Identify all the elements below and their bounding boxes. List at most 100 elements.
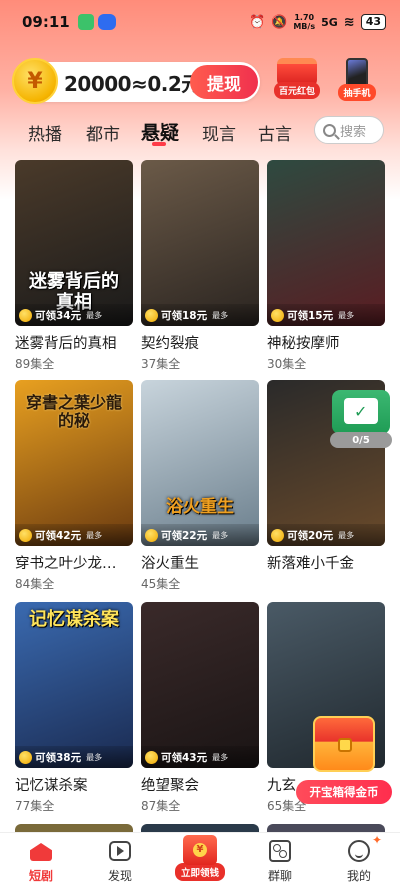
profile-icon: ✦	[346, 833, 382, 863]
poster-image	[267, 160, 385, 326]
coin-balance-text: 20000≈0.2元	[64, 71, 201, 96]
drama-title[interactable]: 迷雾背后的真相	[15, 332, 133, 353]
coin-icon	[19, 750, 32, 764]
nav-label: 短剧	[28, 869, 53, 883]
drama-title[interactable]: 浴火重生	[141, 552, 259, 573]
coin-icon	[19, 528, 32, 542]
drama-poster[interactable]: 可领15元 最多	[267, 160, 385, 326]
drama-poster[interactable]: 可领43元 最多	[141, 602, 259, 768]
app-notification-icon	[97, 14, 116, 30]
episode-count: 77集全	[15, 799, 55, 813]
reward-max-label: 最多	[212, 752, 229, 762]
poster-image	[141, 602, 259, 768]
reward-text: 可领15元	[287, 309, 334, 322]
red-envelope-icon	[183, 835, 217, 865]
net-speed: 1.70 MB/s	[293, 13, 316, 31]
reward-badge: 可领43元 最多	[141, 746, 259, 768]
episode-count: 45集全	[141, 577, 181, 591]
drama-poster[interactable]: 迷雾背后的真相 可领34元 最多	[15, 160, 133, 326]
reward-badge: 可领22元 最多	[141, 524, 259, 546]
nav-claim-money[interactable]: 立即领钱	[174, 835, 226, 885]
coin-icon	[145, 308, 158, 322]
nav-discover[interactable]: 发现	[85, 839, 155, 884]
search-input[interactable]: 搜索	[314, 116, 384, 144]
nav-label: 我的	[346, 869, 371, 883]
withdraw-button[interactable]: 提现	[190, 65, 258, 99]
drama-card[interactable]: 浴火重生 可领22元 最多浴火重生 45集全	[141, 380, 259, 592]
coin-icon	[145, 750, 158, 764]
nav-short-drama[interactable]: 短剧	[6, 839, 76, 884]
drama-title[interactable]: 穿书之叶少龙…	[15, 552, 133, 573]
drama-poster[interactable]: 穿書之葉少龍的秘 可领42元 最多	[15, 380, 133, 546]
phone-lottery-label: 抽手机	[338, 84, 376, 101]
tab-suspense[interactable]: 悬疑	[141, 118, 179, 145]
drama-title[interactable]: 新落难小千金	[267, 552, 385, 573]
tab-urban[interactable]: 都市	[86, 120, 120, 145]
episode-count: 30集全	[267, 357, 307, 371]
reward-text: 可领22元	[161, 529, 208, 542]
search-placeholder: 搜索	[340, 124, 367, 140]
tab-hot[interactable]: 热播	[28, 120, 62, 145]
nav-profile[interactable]: ✦ 我的	[324, 833, 394, 884]
drama-card[interactable]: 可领18元 最多 契约裂痕 37集全	[141, 160, 259, 372]
poster-image	[141, 160, 259, 326]
check-icon: ✓	[354, 402, 368, 421]
yuan-coin-icon: ¥	[12, 58, 58, 104]
app-notification-icon	[77, 14, 94, 30]
reward-text: 可领20元	[287, 529, 334, 542]
nav-group-chat[interactable]: 群聊	[245, 839, 315, 884]
play-icon	[107, 839, 133, 863]
chest-lock-icon	[338, 738, 352, 752]
reward-max-label: 最多	[338, 530, 355, 540]
drama-card[interactable]: 可领43元 最多 绝望聚会 87集全	[141, 602, 259, 814]
drama-title[interactable]: 绝望聚会	[141, 774, 259, 795]
reward-text: 可领34元	[35, 309, 82, 322]
network-type: 5G	[321, 15, 338, 29]
reward-badge: 可领20元 最多	[267, 524, 385, 546]
drama-poster[interactable]: 可领18元 最多	[141, 160, 259, 326]
reward-max-label: 最多	[338, 310, 355, 320]
reward-max-label: 最多	[86, 752, 103, 762]
drama-card[interactable]: 穿書之葉少龍的秘 可领42元 最多穿书之叶少龙… 84集全	[15, 380, 133, 592]
drama-title[interactable]: 记忆谋杀案	[15, 774, 133, 795]
badge-icon: ✦	[371, 833, 382, 847]
reward-badge: 可领15元 最多	[267, 304, 385, 326]
phone-lottery-promo[interactable]: 抽手机	[330, 58, 384, 102]
reward-text: 可领18元	[161, 309, 208, 322]
group-chat-icon	[267, 839, 293, 863]
mute-icon: 🔕	[271, 14, 288, 30]
red-packet-label: 百元红包	[273, 82, 320, 99]
coin-icon	[271, 528, 284, 542]
drama-poster[interactable]: 浴火重生 可领22元 最多	[141, 380, 259, 546]
drama-card[interactable]: 记忆谋杀案 可领38元 最多 记忆谋杀案 77集全	[15, 602, 133, 814]
drama-card[interactable]: 迷雾背后的真相 可领34元 最多 迷雾背后的真相 89集全	[15, 160, 133, 372]
drama-title[interactable]: 神秘按摩师	[267, 332, 385, 353]
search-icon	[323, 123, 336, 137]
nav-label: 发现	[107, 869, 132, 883]
alarm-icon: ⏰	[248, 14, 266, 30]
status-bar: 09:11 ⏰ 🔕 1.70 MB/s 5G ≋ 43	[0, 0, 400, 44]
red-packet-promo[interactable]: 百元红包	[270, 58, 324, 102]
home-icon	[28, 839, 54, 863]
active-tab-indicator	[152, 142, 166, 146]
reward-max-label: 最多	[212, 530, 229, 540]
reward-badge: 可领38元 最多	[15, 746, 133, 768]
treasure-chest-icon[interactable]	[313, 716, 375, 772]
coin-balance-banner[interactable]: ¥ 20000≈0.2元 提现	[12, 58, 260, 104]
reward-max-label: 最多	[86, 310, 103, 320]
open-chest-button[interactable]: 开宝箱得金币	[296, 780, 392, 804]
reward-text: 可领43元	[161, 751, 208, 764]
poster-title-art: 记忆谋杀案	[29, 609, 119, 630]
task-progress-widget[interactable]: ✓ 0/5	[330, 390, 392, 450]
drama-title[interactable]: 契约裂痕	[141, 332, 259, 353]
coin-icon	[145, 528, 158, 542]
drama-card[interactable]: 可领15元 最多 神秘按摩师 30集全	[267, 160, 385, 372]
wifi-icon: ≋	[343, 14, 355, 30]
reward-badge: 可领34元 最多	[15, 304, 133, 326]
drama-poster[interactable]: 记忆谋杀案可领38元 最多	[15, 602, 133, 768]
episode-count: 84集全	[15, 577, 55, 591]
tab-modern-romance[interactable]: 现言	[202, 120, 236, 145]
checkin-card-icon: ✓	[332, 390, 390, 434]
poster-image	[141, 380, 259, 546]
tab-ancient-romance[interactable]: 古言	[258, 120, 292, 145]
